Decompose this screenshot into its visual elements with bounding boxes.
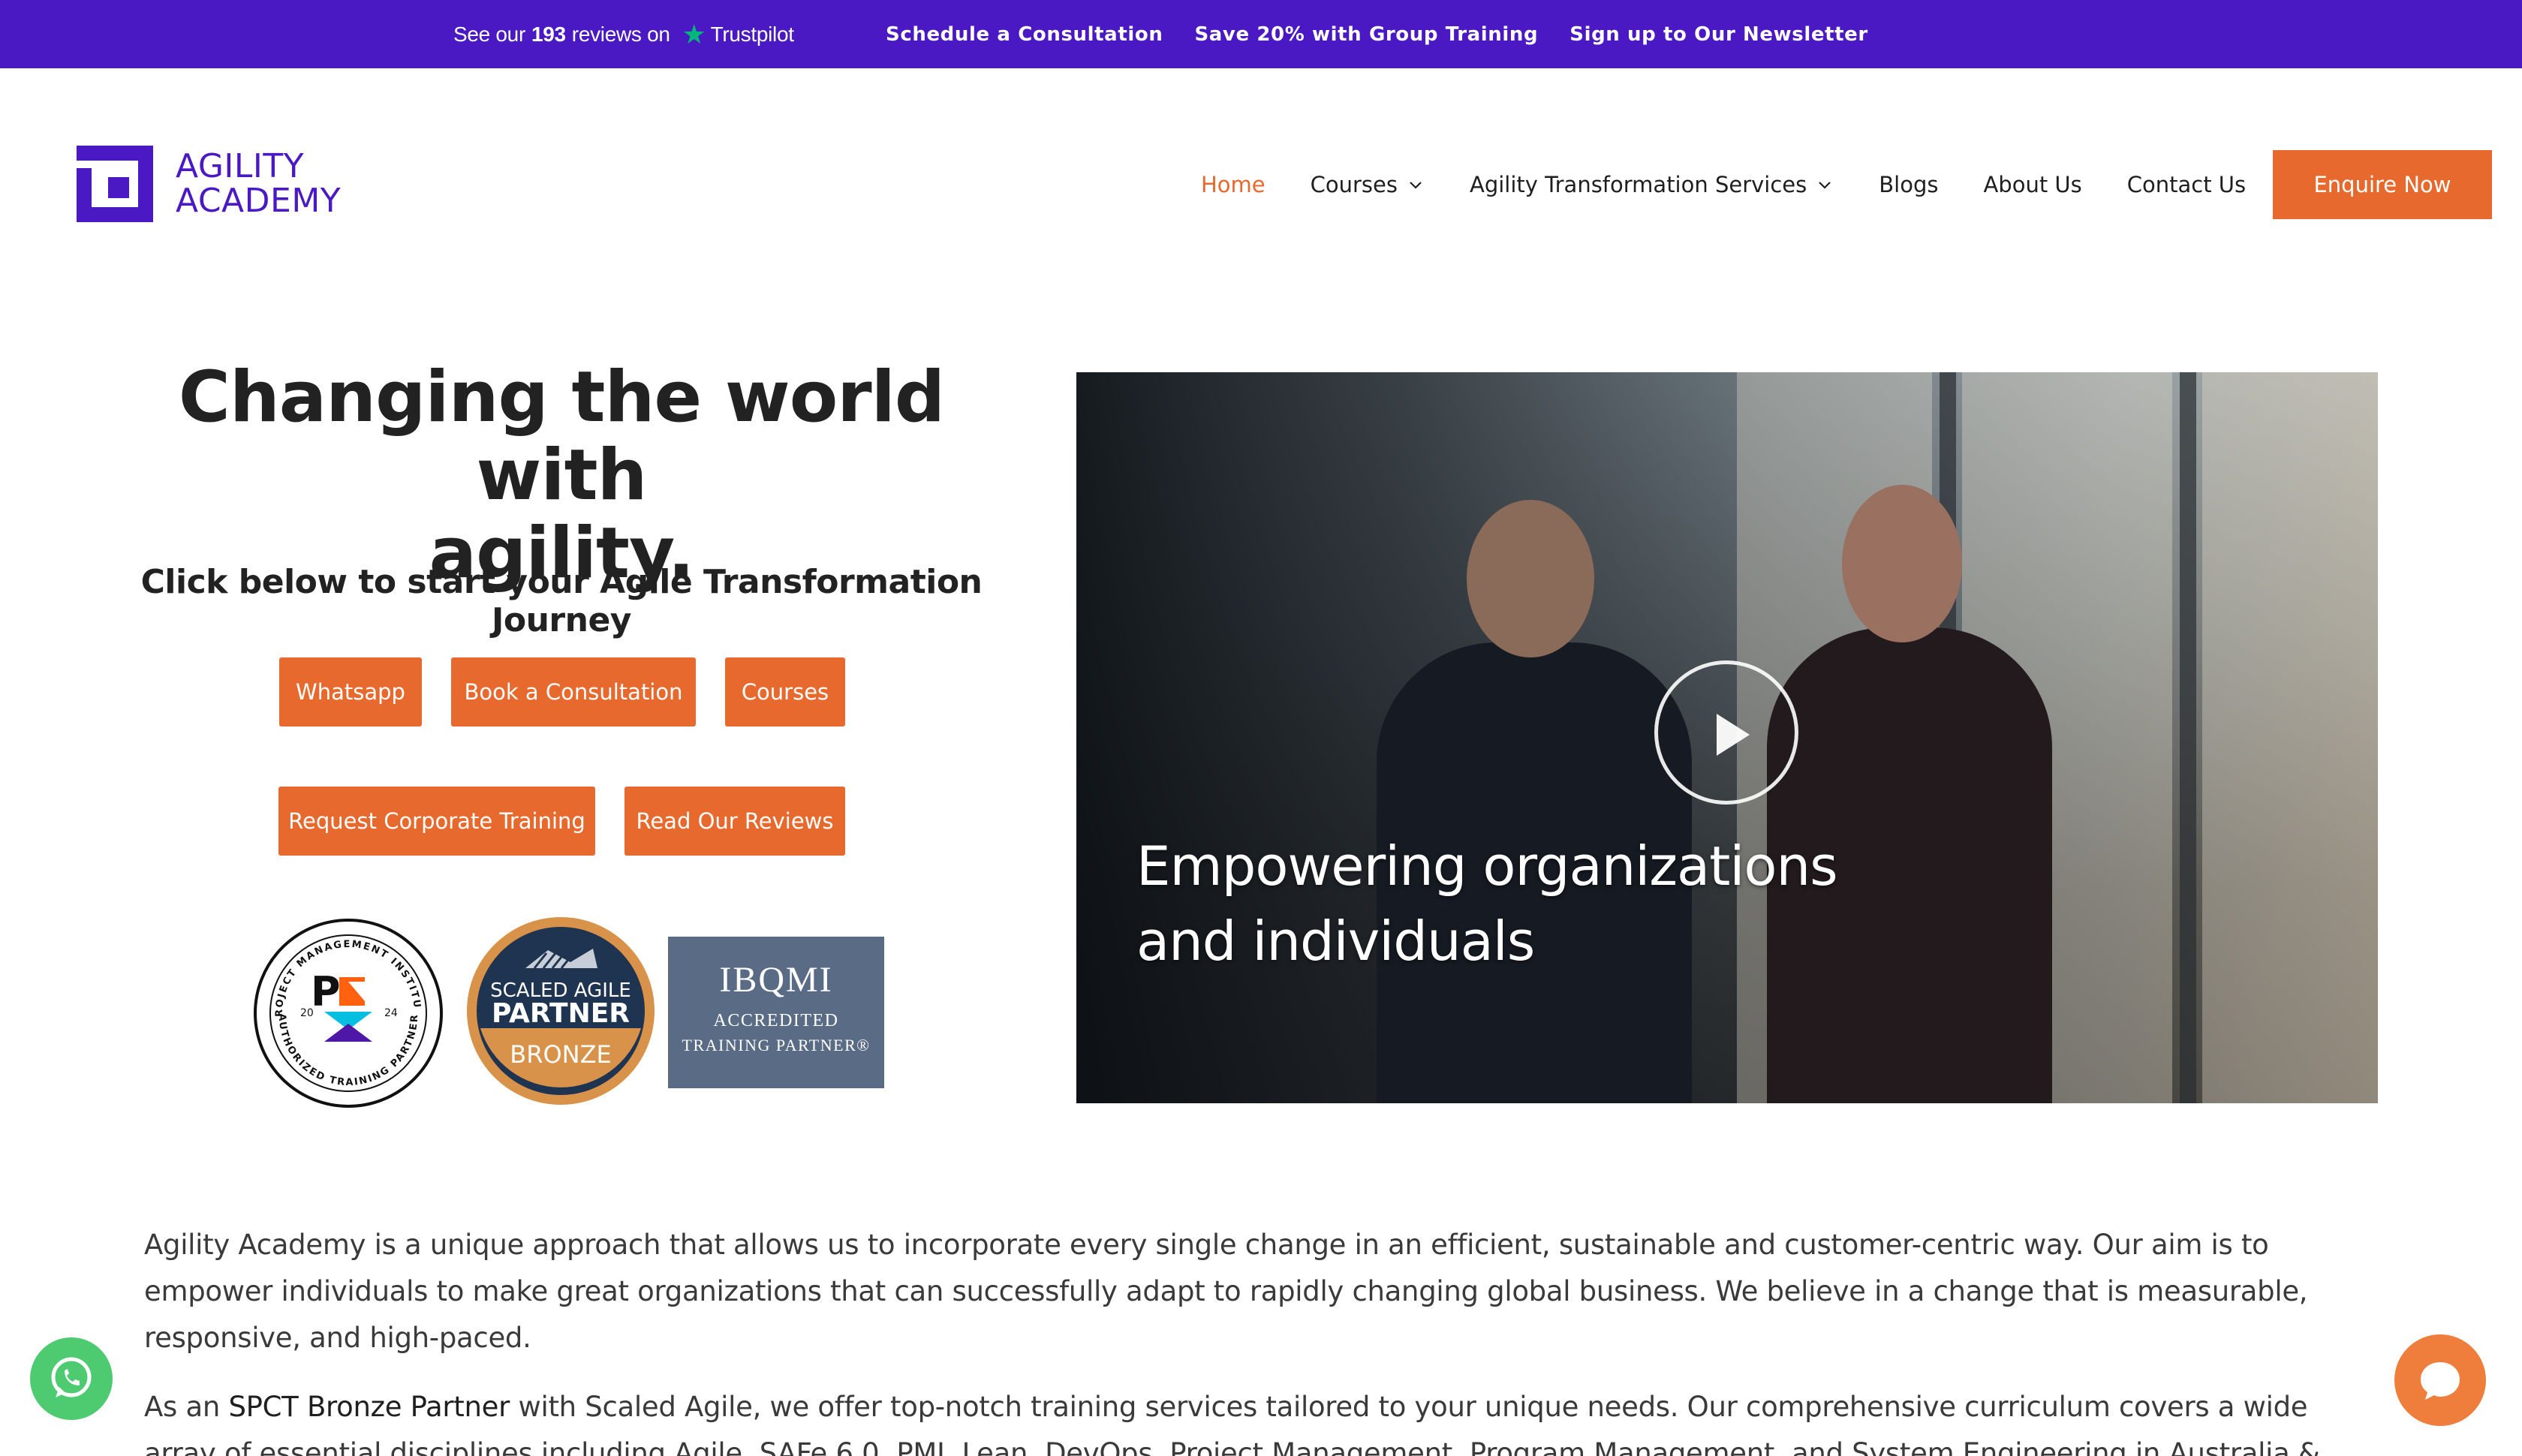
intro-paragraph: Agility Academy is a unique approach tha… — [144, 1229, 2308, 1354]
video-caption-line2: and individuals — [1136, 910, 1535, 973]
video-caption: Empowering organizations and individuals — [1136, 829, 1887, 979]
ibqmi-training-partner: TRAINING PARTNER® — [682, 1036, 871, 1054]
logo-mark-icon — [77, 146, 153, 222]
nav-blogs[interactable]: Blogs — [1879, 172, 1938, 197]
live-chat-button[interactable] — [2394, 1334, 2486, 1426]
video-window-frame — [2180, 372, 2196, 1103]
chat-bubble-icon — [2421, 1362, 2460, 1400]
read-reviews-button[interactable]: Read Our Reviews — [624, 787, 845, 856]
video-woman-head — [1842, 485, 1962, 642]
logo-text-line2: ACADEMY — [176, 182, 342, 220]
nav-contact[interactable]: Contact Us — [2127, 172, 2246, 197]
spct-bronze-partner: SPCT Bronze Partner — [228, 1391, 510, 1423]
safe-badge-line2: PARTNER — [492, 998, 630, 1029]
whatsapp-button[interactable]: Whatsapp — [279, 657, 422, 726]
trustpilot-suffix: reviews on — [571, 22, 670, 46]
courses-button[interactable]: Courses — [725, 657, 845, 726]
main-nav: Home Courses Agility Transformation Serv… — [1201, 150, 2291, 219]
trustpilot-prefix: See our — [453, 22, 525, 46]
pmi-partner-badge: PROJECT MANAGEMENT INSTITUTE AUTHORIZED … — [248, 909, 444, 1109]
hero-subtitle: Click below to start your Agile Transfor… — [140, 563, 983, 639]
site-logo[interactable]: AGILITY ACADEMY — [77, 146, 341, 222]
newsletter-link[interactable]: Sign up to Our Newsletter — [1569, 23, 1868, 46]
partner-paragraph: As an SPCT Bronze Partner with Scaled Ag… — [144, 1384, 2366, 1456]
ibqmi-accredited: ACCREDITED — [713, 1011, 839, 1030]
schedule-consultation-link[interactable]: Schedule a Consultation — [886, 23, 1163, 46]
chevron-down-icon — [1819, 182, 1831, 189]
video-window-pane — [2202, 372, 2378, 1103]
enquire-now-button[interactable]: Enquire Now — [2273, 150, 2492, 219]
chevron-down-icon — [1410, 182, 1422, 189]
nav-transformation-services[interactable]: Agility Transformation Services — [1470, 172, 1834, 197]
video-man-head — [1467, 500, 1594, 657]
trustpilot-star-icon: ★ — [682, 18, 706, 50]
nav-courses-label: Courses — [1310, 172, 1398, 197]
whatsapp-icon — [51, 1357, 92, 1397]
nav-courses[interactable]: Courses — [1311, 172, 1425, 197]
logo-text-line1: AGILITY — [176, 147, 305, 185]
pmi-year-left: 20 — [300, 1007, 314, 1019]
video-caption-line1: Empowering organizations — [1136, 835, 1838, 898]
trustpilot-brand: Trustpilot — [710, 22, 794, 46]
nav-transformation-label: Agility Transformation Services — [1470, 172, 1807, 197]
nav-home[interactable]: Home — [1201, 172, 1266, 197]
trustpilot-count: 193 — [531, 22, 566, 46]
request-corporate-training-button[interactable]: Request Corporate Training — [278, 787, 595, 856]
group-training-link[interactable]: Save 20% with Group Training — [1194, 23, 1538, 46]
hero-title-line1: Changing the world with — [178, 356, 945, 516]
safe-badge-line3: BRONZE — [510, 1040, 611, 1069]
nav-about[interactable]: About Us — [1983, 172, 2081, 197]
hero-title: Changing the world with agility. — [113, 359, 1010, 593]
hero-video[interactable]: Empowering organizations and individuals — [1076, 372, 2378, 1103]
ibqmi-title: IBQMI — [719, 960, 833, 1000]
whatsapp-floating-button[interactable] — [30, 1337, 113, 1420]
svg-text:P: P — [311, 968, 341, 1015]
promo-bar: See our 193 reviews on ★ Trustpilot Sche… — [0, 0, 2522, 68]
ibqmi-partner-badge: IBQMI ACCREDITED TRAINING PARTNER® — [668, 937, 884, 1088]
trustpilot-link[interactable]: See our 193 reviews on ★ Trustpilot — [453, 0, 794, 68]
pmi-year-right: 24 — [384, 1007, 398, 1019]
book-consultation-button[interactable]: Book a Consultation — [451, 657, 696, 726]
play-video-icon[interactable] — [1654, 660, 1798, 805]
partner-paragraph-prefix: As an — [144, 1391, 220, 1423]
scaled-agile-partner-badge: SCALED AGILE PARTNER BRONZE — [465, 916, 656, 1106]
